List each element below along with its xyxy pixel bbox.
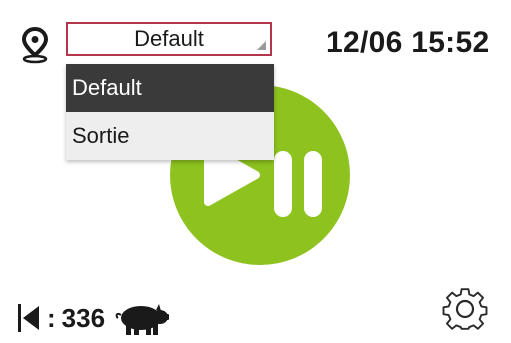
zone-dropdown-value: Default xyxy=(134,26,204,51)
zone-dropdown-menu: Default Sortie xyxy=(66,64,274,160)
pause-bar-right xyxy=(304,151,322,217)
animal-counter: : 336 xyxy=(18,300,170,336)
menu-item-default[interactable]: Default xyxy=(66,64,274,112)
menu-item-sortie[interactable]: Sortie xyxy=(66,112,274,160)
counter-prefix: : xyxy=(47,302,56,333)
pause-bar-left xyxy=(274,151,292,217)
menu-item-label: Sortie xyxy=(72,123,130,148)
pig-icon xyxy=(115,304,170,335)
datetime-display: 12/06 15:52 xyxy=(326,26,490,59)
counter-value: 336 xyxy=(61,302,106,333)
skip-back-icon[interactable] xyxy=(23,306,39,330)
zone-dropdown[interactable]: Default xyxy=(66,22,272,56)
dropdown-arrow-icon xyxy=(257,41,266,50)
gear-icon[interactable] xyxy=(440,282,490,332)
menu-item-label: Default xyxy=(72,75,142,100)
location-pin-icon xyxy=(21,26,49,64)
skip-back-bar xyxy=(18,304,21,332)
